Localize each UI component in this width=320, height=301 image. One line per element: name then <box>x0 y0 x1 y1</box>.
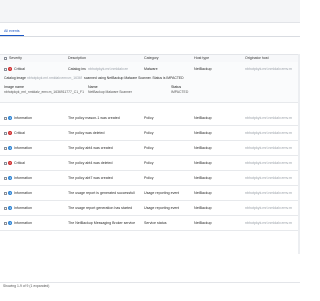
host-type-text: NetBackup <box>194 67 212 71</box>
row-checkbox[interactable] <box>4 192 7 195</box>
row-checkbox[interactable] <box>4 68 7 71</box>
column-host-type[interactable]: Host type <box>194 55 209 62</box>
category-text: Usage reporting event <box>144 206 180 210</box>
row-checkbox[interactable] <box>4 117 7 120</box>
originator-host-text: nbhotpkyk.mrl.nmldalv.emv.m <box>245 67 292 71</box>
table-footer: Showing 1-9 of 9 (1 expanded) <box>0 282 300 301</box>
table-row[interactable]: i Information The usage report generatio… <box>0 201 300 216</box>
originator-host-text: nbhotpkyk.mrl.nmldalv.emv.m <box>245 191 292 195</box>
host-type-text: NetBackup <box>194 161 212 165</box>
severity-text: Critical <box>14 161 25 165</box>
column-category[interactable]: Category <box>144 55 159 62</box>
severity-text: Information <box>14 146 32 150</box>
table-row[interactable]: i Information The policy abt4 was create… <box>0 141 300 156</box>
host-link[interactable]: nbhotpkyk.mrl.nmldalv.emv.m <box>88 67 128 71</box>
table-row[interactable]: ! Critical The policy was deleted Policy… <box>0 126 300 141</box>
table-row[interactable]: i Information The usage report is genera… <box>0 186 300 201</box>
info-icon: i <box>8 221 13 226</box>
host-type-text: NetBackup <box>194 206 212 210</box>
severity-text: Information <box>14 191 32 195</box>
host-type-text: NetBackup <box>194 221 212 225</box>
row-checkbox[interactable] <box>4 132 7 135</box>
row-checkbox[interactable] <box>4 162 7 165</box>
critical-icon: ! <box>8 67 13 72</box>
category-text: Malware <box>144 67 158 71</box>
description-text: The policy abt4 was created <box>68 146 113 150</box>
critical-icon: ! <box>8 161 13 166</box>
severity-text: Critical <box>14 131 25 135</box>
detail-description: scanned using NetBackup Malware Scanner.… <box>84 76 184 80</box>
tab-divider <box>0 36 300 37</box>
row-checkbox[interactable] <box>4 147 7 150</box>
severity-text: Information <box>14 206 32 210</box>
description-text: The policy abt4 was deleted <box>68 161 113 165</box>
info-icon: i <box>8 191 13 196</box>
tab-all-events[interactable]: All events <box>0 28 24 36</box>
severity-text: Information <box>14 221 32 225</box>
row-checkbox[interactable] <box>4 207 7 210</box>
table-row[interactable]: ! Critical The policy abt4 was deleted P… <box>0 156 300 171</box>
column-severity[interactable]: Severity <box>9 55 22 62</box>
detail-status-value: IMPACTED <box>171 90 189 94</box>
critical-icon: ! <box>8 131 13 136</box>
description-text: The usage report generation has started <box>68 206 133 210</box>
detail-header-status: Status <box>171 85 182 89</box>
category-text: Policy <box>144 176 154 180</box>
description-text: Catalog image <box>68 67 86 71</box>
category-text: Policy <box>144 161 154 165</box>
top-bar <box>0 0 300 23</box>
column-originator-host[interactable]: Originator host <box>245 55 269 62</box>
select-all-checkbox[interactable] <box>4 57 7 60</box>
detail-link[interactable]: nbhotpkyk.mrl.nmldalv.emv.m_1636911777 <box>27 76 82 80</box>
row-checkbox[interactable] <box>4 177 7 180</box>
severity-text: Information <box>14 176 32 180</box>
vertical-scrollbar[interactable] <box>298 54 300 254</box>
detail-header-image-name: Image name <box>4 85 24 89</box>
detail-name-value: NetBackup Malware Scanner <box>88 90 132 94</box>
description-text: The usage report is generated successful… <box>68 191 135 195</box>
category-text: Policy <box>144 146 154 150</box>
category-text: Usage reporting event <box>144 191 180 195</box>
info-icon: i <box>8 146 13 151</box>
category-text: Policy <box>144 116 154 120</box>
originator-host-text: nbhotpkyk.mrl.nmldalv.emv.m <box>245 131 292 135</box>
category-text: Policy <box>144 131 154 135</box>
table-row[interactable]: i Information The policy abt7 was create… <box>0 171 300 186</box>
host-type-text: NetBackup <box>194 131 212 135</box>
host-type-text: NetBackup <box>194 191 212 195</box>
table-row[interactable]: ! Critical Catalog image nbhotpkyk.mrl.n… <box>0 62 300 103</box>
originator-host-text: nbhotpkyk.mrl.nmldalv.emv.m <box>245 221 292 225</box>
detail-image-name-value: nbhotpkyk_mrl_nmldalv_emv.m_1636911777_C… <box>4 90 84 94</box>
originator-host-text: nbhotpkyk.mrl.nmldalv.emv.m <box>245 146 292 150</box>
info-icon: i <box>8 206 13 211</box>
column-description[interactable]: Description <box>68 55 86 62</box>
info-icon: i <box>8 176 13 181</box>
table-row[interactable]: i Information The NetBackup Messaging Br… <box>0 216 300 231</box>
row-count-text: Showing 1-9 of 9 (1 expanded) <box>3 284 50 288</box>
originator-host-text: nbhotpkyk.mrl.nmldalv.emv.m <box>245 176 292 180</box>
severity-text: Critical <box>14 67 25 71</box>
info-icon: i <box>8 116 13 121</box>
table-row[interactable]: i Information The policy mason-1 was cre… <box>0 111 300 126</box>
severity-text: Information <box>14 116 32 120</box>
detail-prefix: Catalog image <box>4 76 26 80</box>
category-text: Service status <box>144 221 167 225</box>
host-type-text: NetBackup <box>194 116 212 120</box>
description-text: The policy mason-1 was created <box>68 116 120 120</box>
originator-host-text: nbhotpkyk.mrl.nmldalv.emv.m <box>245 116 292 120</box>
host-type-text: NetBackup <box>194 176 212 180</box>
originator-host-text: nbhotpkyk.mrl.nmldalv.emv.m <box>245 206 292 210</box>
host-type-text: NetBackup <box>194 146 212 150</box>
originator-host-text: nbhotpkyk.mrl.nmldalv.emv.m <box>245 161 292 165</box>
description-text: The policy abt7 was created <box>68 176 113 180</box>
description-text: The policy was deleted <box>68 131 105 135</box>
description-text: The NetBackup Messaging Broker service <box>68 221 136 225</box>
row-checkbox[interactable] <box>4 222 7 225</box>
detail-header-name: Name <box>88 85 98 89</box>
